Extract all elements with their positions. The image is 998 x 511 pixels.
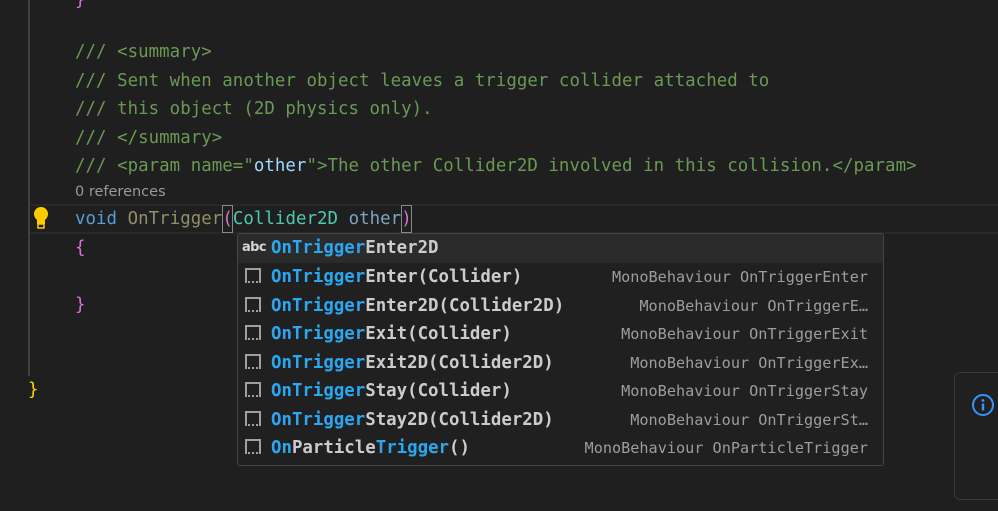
paren-close: ) bbox=[401, 205, 412, 233]
param-doc-name: other bbox=[253, 156, 307, 176]
indent-guide bbox=[28, 0, 30, 376]
suggest-label: OnTriggerStay2D(Collider2D) bbox=[271, 409, 554, 430]
code-line-brace-open: { bbox=[75, 238, 86, 258]
code-line-method-signature[interactable]: void OnTrigger(Collider2D other) bbox=[75, 205, 412, 233]
suggest-detail: MonoBehaviour OnTriggerE… bbox=[639, 296, 868, 315]
suggest-detail: MonoBehaviour OnTriggerEx… bbox=[630, 353, 868, 372]
lightbulb-icon[interactable] bbox=[33, 207, 49, 229]
code-line-summary-open: /// <summary> bbox=[75, 42, 212, 62]
code-line-brace-close: } bbox=[75, 295, 86, 315]
suggest-item[interactable]: OnTriggerExit2D(Collider2D) MonoBehaviou… bbox=[238, 349, 883, 378]
snippet-icon bbox=[243, 434, 265, 462]
suggest-item[interactable]: OnTriggerEnter(Collider) MonoBehaviour O… bbox=[238, 263, 883, 292]
suggest-item[interactable]: abc OnTriggerEnter2D bbox=[238, 234, 883, 263]
snippet-icon bbox=[243, 320, 265, 348]
snippet-icon bbox=[243, 406, 265, 434]
suggest-item[interactable]: OnTriggerStay(Collider) MonoBehaviour On… bbox=[238, 377, 883, 406]
code-line-prev-brace: } bbox=[75, 0, 86, 10]
suggest-widget[interactable]: abc OnTriggerEnter2D OnTriggerEnter(Coll… bbox=[237, 233, 884, 466]
suggest-label: OnTriggerEnter(Collider) bbox=[271, 267, 523, 287]
code-line-class-brace-close: } bbox=[28, 380, 39, 400]
suggest-label: OnTriggerStay(Collider) bbox=[271, 381, 512, 401]
snippet-icon bbox=[243, 263, 265, 291]
param-doc-suffix: ">The other Collider2D involved in this … bbox=[306, 156, 917, 176]
suggest-item[interactable]: OnParticleTrigger() MonoBehaviour OnPart… bbox=[238, 434, 883, 463]
suggest-detail: MonoBehaviour OnTriggerStay bbox=[621, 382, 868, 400]
keyword-void: void bbox=[75, 209, 118, 229]
suggest-label: OnTriggerExit(Collider) bbox=[271, 324, 512, 344]
snippet-icon bbox=[243, 292, 265, 320]
suggest-label: OnTriggerEnter2D bbox=[271, 238, 439, 258]
suggest-item[interactable]: OnTriggerEnter2D(Collider2D) MonoBehavio… bbox=[238, 292, 883, 321]
notification-toast[interactable] bbox=[954, 372, 998, 500]
code-line-param-doc: /// <param name="other">The other Collid… bbox=[75, 152, 917, 180]
snippet-icon bbox=[243, 377, 265, 405]
suggest-label: OnTriggerExit2D(Collider2D) bbox=[271, 352, 554, 373]
suggest-detail: MonoBehaviour OnTriggerExit bbox=[621, 325, 868, 343]
suggest-item[interactable]: OnTriggerStay2D(Collider2D) MonoBehaviou… bbox=[238, 406, 883, 435]
suggest-detail: MonoBehaviour OnParticleTrigger bbox=[584, 439, 868, 457]
suggest-label: OnTriggerEnter2D(Collider2D) bbox=[271, 295, 565, 316]
suggest-item[interactable]: OnTriggerExit(Collider) MonoBehaviour On… bbox=[238, 320, 883, 349]
param-type: Collider2D bbox=[232, 209, 339, 229]
codelens-references[interactable]: 0 references bbox=[75, 182, 166, 202]
code-line-summary-close: /// </summary> bbox=[75, 128, 223, 148]
info-icon bbox=[972, 394, 994, 416]
suggest-detail: MonoBehaviour OnTriggerEnter bbox=[611, 268, 868, 286]
text-word-icon: abc bbox=[242, 240, 267, 255]
suggest-label: OnParticleTrigger() bbox=[271, 438, 470, 458]
code-line-doc-2: /// this object (2D physics only). bbox=[75, 99, 433, 119]
param-doc-prefix: /// <param name=" bbox=[75, 156, 254, 176]
paren-open: ( bbox=[222, 205, 233, 233]
snippet-icon bbox=[243, 349, 265, 377]
method-name: OnTrigger bbox=[127, 209, 223, 229]
code-line-doc-1: /// Sent when another object leaves a tr… bbox=[75, 71, 770, 91]
suggest-detail: MonoBehaviour OnTriggerSt… bbox=[630, 410, 868, 429]
param-var: other bbox=[348, 209, 402, 229]
